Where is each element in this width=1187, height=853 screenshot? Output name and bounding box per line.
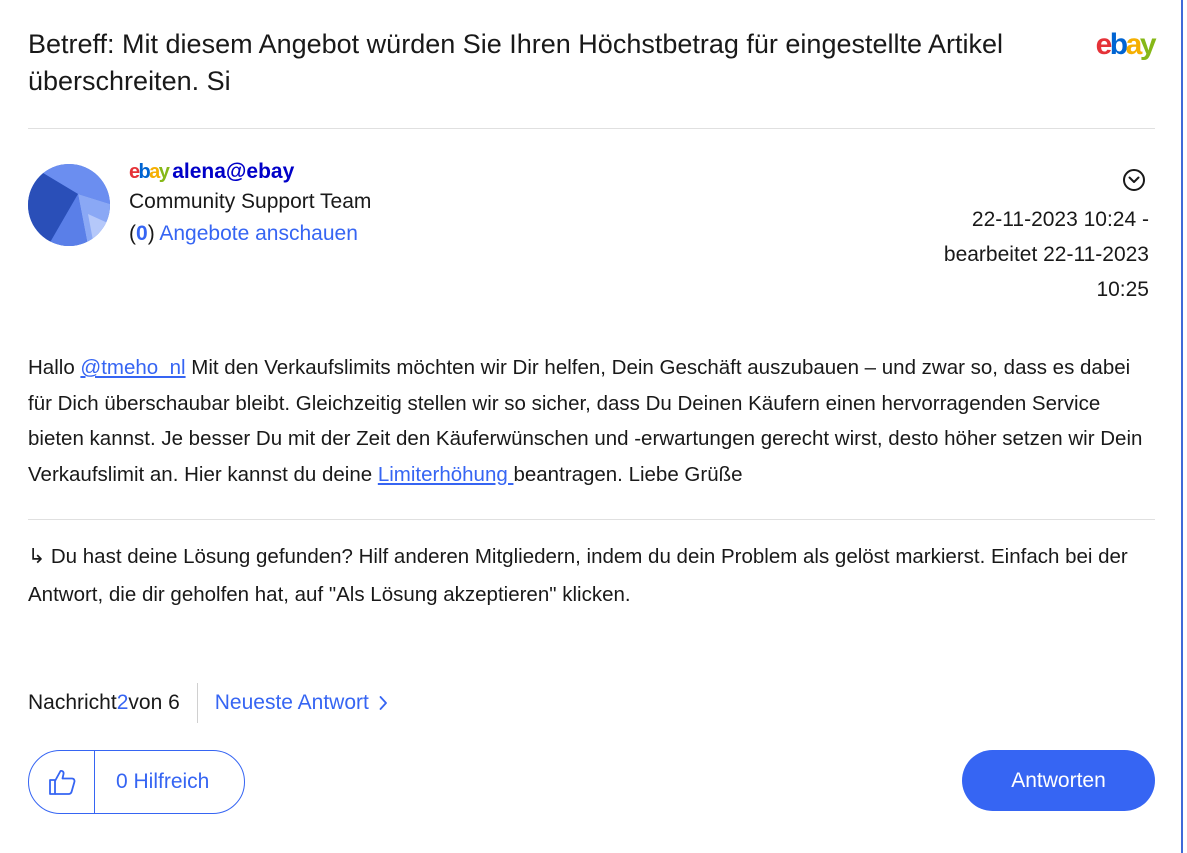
limit-increase-link[interactable]: Limiterhöhung	[378, 463, 514, 486]
header-divider	[28, 128, 1155, 129]
pager-of: von 6	[128, 691, 180, 714]
offers-count: 0	[136, 222, 148, 245]
kudos-label: 0 Hilfreich	[116, 770, 210, 793]
offers-close-paren: )	[147, 222, 155, 245]
author-name[interactable]: alena@ebay	[172, 160, 294, 183]
post-timestamp: 22-11-2023 10:24 - bearbeitet 22-11-2023…	[889, 202, 1149, 307]
chevron-right-icon	[379, 696, 387, 710]
message-pager: Nachricht 2 von 6 Neueste Antwort	[28, 683, 388, 723]
author-line: ebay alena@ebay	[129, 159, 294, 185]
pager-current: 2	[116, 691, 129, 714]
body-greeting: Hallo	[28, 356, 81, 379]
timestamp-line-1: 22-11-2023 10:24 -	[971, 208, 1149, 231]
author-ebay-logo: ebay	[129, 161, 170, 183]
thumbs-up-icon	[29, 751, 95, 813]
ebay-logo-b: b	[1109, 28, 1128, 61]
ebay-logo-e: e	[1095, 28, 1113, 61]
avatar[interactable]	[28, 164, 110, 246]
pager-prefix: Nachricht	[28, 691, 117, 714]
reply-button[interactable]: Antworten	[962, 750, 1155, 811]
offers-link[interactable]: Angebote anschauen	[159, 222, 358, 245]
author-rank: Community Support Team	[129, 190, 372, 213]
kudos-button[interactable]: 0 Hilfreich	[28, 750, 245, 814]
chevron-down-icon	[1128, 176, 1140, 183]
author-offers: (0) Angebote anschauen	[129, 221, 358, 247]
options-menu-button[interactable]	[1123, 169, 1145, 191]
ebay-logo-y: y	[1139, 28, 1157, 61]
body-text-2: beantragen. Liebe Grüße	[513, 462, 743, 486]
solution-note: ↳ Du hast deine Lösung gefunden? Hilf an…	[28, 545, 1128, 606]
ebay-logo-a: a	[1125, 28, 1143, 61]
user-mention-link[interactable]: @tmeho_nl	[80, 356, 185, 379]
body-divider	[28, 519, 1155, 520]
pager-separator	[196, 683, 198, 723]
message-card: Betreff: Mit diesem Angebot würden Sie I…	[0, 0, 1183, 853]
message-subject: Betreff: Mit diesem Angebot würden Sie I…	[28, 29, 1004, 96]
subject-row: Betreff: Mit diesem Angebot würden Sie I…	[28, 26, 1157, 100]
timestamp-line-2: bearbeitet 22-11-2023	[943, 243, 1149, 266]
message-body: Hallo @tmeho_nl Mit den Verkaufslimits m…	[28, 350, 1156, 492]
latest-reply-label: Neueste Antwort	[214, 691, 369, 714]
ebay-logo: ebay	[1095, 28, 1157, 62]
latest-reply-link[interactable]: Neueste Antwort	[215, 691, 388, 715]
timestamp-line-3: 10:25	[1096, 278, 1149, 301]
offers-open-paren: (	[129, 222, 136, 245]
